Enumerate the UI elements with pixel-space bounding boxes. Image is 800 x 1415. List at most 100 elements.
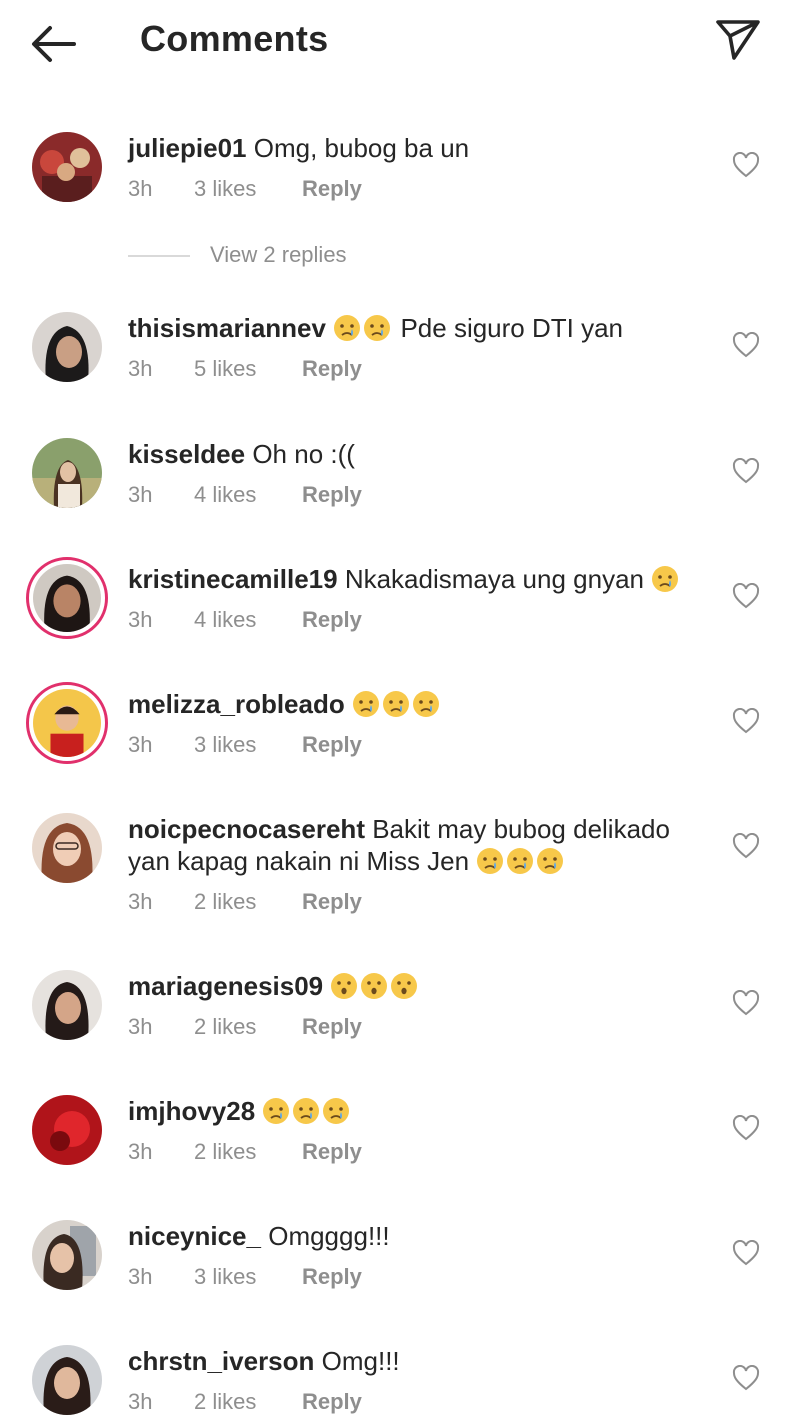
comment-time: 3h: [128, 889, 153, 914]
crying-face-emoji: [333, 314, 361, 342]
comment-time: 3h: [128, 732, 153, 757]
reply-button[interactable]: Reply: [302, 1139, 362, 1165]
reply-button[interactable]: Reply: [302, 482, 362, 508]
comment-username[interactable]: kristinecamille19: [128, 564, 338, 594]
like-button[interactable]: [732, 989, 760, 1016]
like-button[interactable]: [732, 1114, 760, 1141]
comment-text: thisismariannev Pde siguro DTI yan: [128, 312, 718, 344]
like-button[interactable]: [732, 331, 760, 358]
reply-button[interactable]: Reply: [302, 607, 362, 633]
comment-time: 3h: [128, 176, 153, 201]
heart-icon: [732, 1239, 760, 1266]
like-button[interactable]: [732, 1239, 760, 1266]
comment-username[interactable]: thisismariannev: [128, 313, 326, 343]
comment-body: Pde siguro DTI yan: [400, 313, 624, 343]
comment-text: melizza_robleado: [128, 688, 718, 720]
top-bar: Comments: [0, 0, 800, 90]
like-button[interactable]: [732, 582, 760, 609]
avatar-with-story-ring[interactable]: [26, 557, 108, 639]
crying-face-emoji: [412, 690, 440, 718]
comment-username[interactable]: noicpecnocasereht: [128, 814, 365, 844]
comment-time: 3h: [128, 482, 153, 507]
crying-face-emoji: [262, 1097, 290, 1125]
comment-username[interactable]: mariagenesis09: [128, 971, 323, 1001]
comment-body: Nkakadismaya ung gnyan: [344, 564, 644, 594]
reply-button[interactable]: Reply: [302, 356, 362, 382]
comment-text: niceynice_ Omgggg!!!: [128, 1220, 718, 1252]
comment-likes[interactable]: 3 likes: [194, 732, 256, 758]
view-replies-label[interactable]: View 2 replies: [210, 242, 347, 268]
paper-plane-icon: [716, 20, 760, 60]
reply-button[interactable]: Reply: [302, 176, 362, 202]
reply-button[interactable]: Reply: [302, 1014, 362, 1040]
comment-time: 3h: [128, 1264, 153, 1289]
comment-time: 3h: [128, 356, 153, 381]
comment-username[interactable]: chrstn_iverson: [128, 1346, 314, 1376]
heart-icon: [732, 151, 760, 178]
comment-username[interactable]: juliepie01: [128, 133, 247, 163]
avatar[interactable]: [32, 813, 102, 883]
like-button[interactable]: [732, 151, 760, 178]
comment-text: imjhovy28: [128, 1095, 718, 1127]
comment-time: 3h: [128, 607, 153, 632]
like-button[interactable]: [732, 707, 760, 734]
comment-text: kisseldee Oh no :((: [128, 438, 718, 470]
like-button[interactable]: [732, 457, 760, 484]
comment-time: 3h: [128, 1139, 153, 1164]
comment-username[interactable]: niceynice_: [128, 1221, 261, 1251]
avatar[interactable]: [32, 1220, 102, 1290]
back-button[interactable]: [28, 22, 80, 66]
comment-body: Omg, bubog ba un: [253, 133, 470, 163]
comment-likes[interactable]: 2 likes: [194, 1014, 256, 1040]
comment-likes[interactable]: 3 likes: [194, 176, 256, 202]
like-button[interactable]: [732, 1364, 760, 1391]
comment-likes[interactable]: 4 likes: [194, 482, 256, 508]
reply-button[interactable]: Reply: [302, 1389, 362, 1415]
crying-face-emoji: [322, 1097, 350, 1125]
crying-face-emoji: [292, 1097, 320, 1125]
avatar[interactable]: [32, 312, 102, 382]
avatar-with-story-ring[interactable]: [26, 682, 108, 764]
like-button[interactable]: [732, 832, 760, 859]
comment-likes[interactable]: 2 likes: [194, 889, 256, 915]
crying-face-emoji: [352, 690, 380, 718]
avatar[interactable]: [32, 1345, 102, 1415]
comment-text: kristinecamille19 Nkakadismaya ung gnyan: [128, 563, 718, 595]
comment-username[interactable]: imjhovy28: [128, 1096, 255, 1126]
comment-text: chrstn_iverson Omg!!!: [128, 1345, 718, 1377]
crying-face-emoji: [476, 847, 504, 875]
comment-text: mariagenesis09: [128, 970, 718, 1002]
avatar[interactable]: [32, 1095, 102, 1165]
crying-face-emoji: [536, 847, 564, 875]
avatar[interactable]: [32, 970, 102, 1040]
heart-icon: [732, 582, 760, 609]
comment-body: Omg!!!: [321, 1346, 400, 1376]
heart-icon: [732, 1364, 760, 1391]
share-button[interactable]: [712, 16, 764, 64]
comment-username[interactable]: melizza_robleado: [128, 689, 345, 719]
reply-button[interactable]: Reply: [302, 732, 362, 758]
comment-time: 3h: [128, 1389, 153, 1414]
heart-icon: [732, 457, 760, 484]
replies-divider: [128, 255, 190, 257]
comment-body: Oh no :((: [252, 439, 355, 469]
comment-likes[interactable]: 2 likes: [194, 1389, 256, 1415]
comment-time: 3h: [128, 1014, 153, 1039]
avatar[interactable]: [32, 132, 102, 202]
reply-button[interactable]: Reply: [302, 889, 362, 915]
page-title: Comments: [140, 18, 329, 59]
crying-face-emoji: [651, 565, 679, 593]
hushed-face-emoji: [330, 972, 358, 1000]
comment-likes[interactable]: 3 likes: [194, 1264, 256, 1290]
comment-username[interactable]: kisseldee: [128, 439, 245, 469]
hushed-face-emoji: [390, 972, 418, 1000]
comment-likes[interactable]: 2 likes: [194, 1139, 256, 1165]
comment-likes[interactable]: 5 likes: [194, 356, 256, 382]
comment-text: juliepie01 Omg, bubog ba un: [128, 132, 718, 164]
crying-face-emoji: [506, 847, 534, 875]
reply-button[interactable]: Reply: [302, 1264, 362, 1290]
avatar[interactable]: [32, 438, 102, 508]
comment-text: noicpecnocasereht Bakit may bubog delika…: [128, 813, 718, 877]
crying-face-emoji: [382, 690, 410, 718]
comment-likes[interactable]: 4 likes: [194, 607, 256, 633]
